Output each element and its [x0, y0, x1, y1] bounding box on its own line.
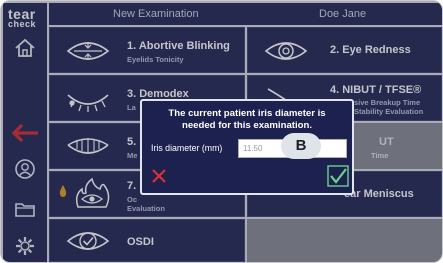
tile-subtitle: Time — [371, 151, 389, 160]
dialog-message-line1: The current patient iris diameter is — [168, 108, 326, 119]
tile-title: 5. — [127, 136, 137, 148]
home-icon[interactable] — [12, 35, 38, 61]
sidebar: tear check — [3, 3, 47, 262]
app-frame: tear check New Examination Doe Jane 1. A… — [0, 0, 443, 263]
iris-diameter-dialog: The current patient iris diameter is nee… — [140, 99, 354, 195]
eye-flame-icon — [75, 177, 110, 208]
drop-icon — [59, 185, 67, 197]
empty-slot — [247, 219, 442, 262]
tile-eye-redness[interactable]: 2. Eye Redness — [247, 27, 442, 73]
tile-abortive-blinking[interactable]: 1. Abortive Blinking Eyelids Tonicity — [49, 27, 245, 73]
checkmark-eye-icon — [66, 232, 110, 250]
eye-target-icon — [264, 42, 308, 60]
brand-logo: tear check — [8, 6, 37, 29]
tile-subtitle: Evaluation — [127, 204, 165, 213]
tile-subtitle: La — [127, 103, 136, 112]
back-arrow-icon[interactable] — [10, 120, 40, 146]
dialog-message-line2: needed for this examination. — [181, 120, 313, 131]
tile-title: ear Meniscus — [344, 188, 414, 200]
tile-title: 2. Eye Redness — [330, 44, 411, 56]
tile-title: 1. Abortive Blinking — [127, 40, 230, 52]
tile-title: 4. NIBUT / TFSE® — [330, 84, 422, 96]
brand-line2: check — [8, 19, 37, 29]
tile-title: 7. — [127, 180, 137, 192]
eyelid-gland-icon — [67, 138, 109, 154]
top-header: New Examination Doe Jane — [49, 3, 442, 25]
tile-subtitle: Me — [127, 151, 138, 160]
tile-subtitle: sive Breakup Time — [354, 98, 421, 107]
confirm-check-icon[interactable] — [327, 165, 349, 187]
tile-osdi[interactable]: OSDI — [49, 219, 245, 262]
iris-diameter-label: Iris diameter (mm) — [151, 143, 223, 153]
tile-title: OSDI — [127, 236, 154, 248]
cancel-x-icon[interactable] — [149, 166, 169, 186]
page-title: New Examination — [113, 8, 199, 20]
patient-name: Doe Jane — [319, 8, 367, 20]
tile-subtitle: Oc — [127, 195, 138, 204]
tile-subtitle: Eyelids Tonicity — [127, 55, 184, 64]
brand-line1: tear — [8, 6, 36, 22]
folder-icon[interactable] — [12, 196, 38, 222]
settings-gear-icon[interactable] — [12, 233, 38, 259]
tile-subtitle: Stability Evaluation — [354, 107, 424, 116]
eye-blink-icon — [66, 42, 110, 60]
lash-eye-icon — [67, 94, 109, 112]
tile-title: UT — [379, 136, 394, 148]
input-method-badge[interactable]: B — [281, 133, 321, 159]
user-icon[interactable] — [12, 156, 38, 182]
